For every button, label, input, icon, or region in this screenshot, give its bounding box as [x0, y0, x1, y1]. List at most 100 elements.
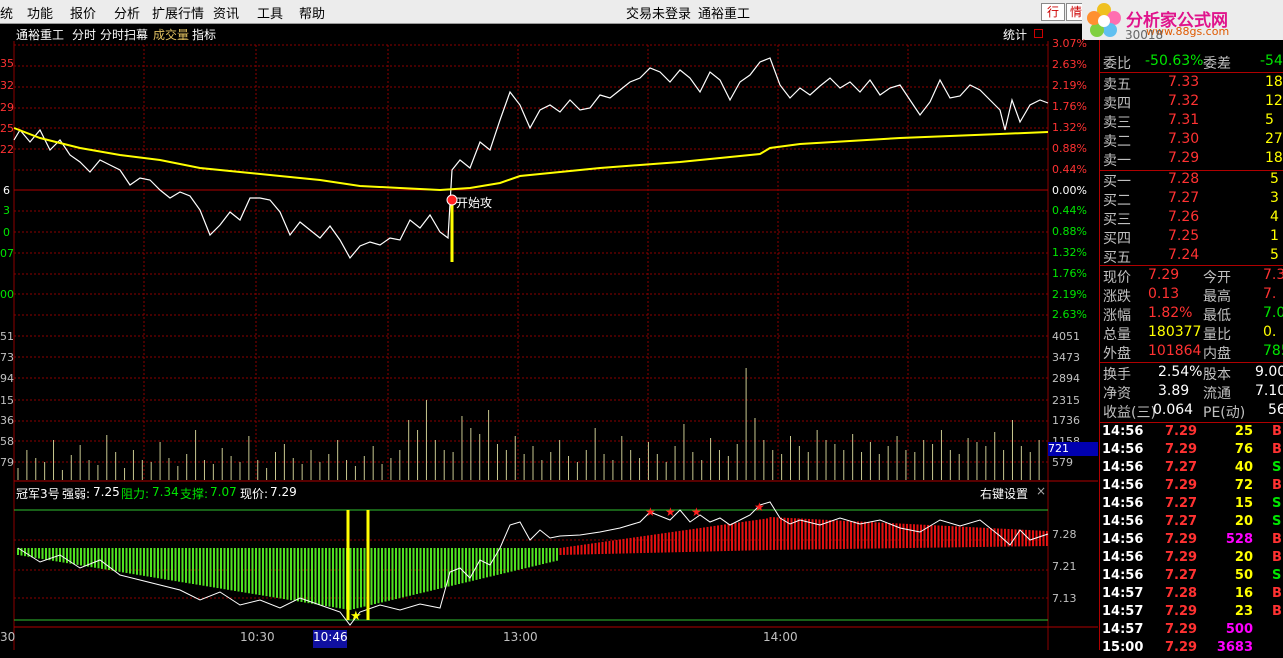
intraday-chart: ★ ★ ★ ★ ★: [13, 41, 1098, 650]
indicator-axis-label: 7.21: [1052, 560, 1077, 573]
quote-stat-value: 1.82%: [1148, 305, 1193, 321]
tick-time: 14:56: [1102, 532, 1144, 547]
quote-stat-label: 股本: [1203, 367, 1231, 383]
partial-stock-code: 30018: [1125, 28, 1164, 42]
right-percent-label: 3.07%: [1052, 37, 1087, 50]
quote-stat-label: 现价: [1103, 270, 1131, 286]
tick-time: 14:57: [1102, 604, 1144, 619]
right-percent-label: 0.00%: [1052, 184, 1087, 197]
quote-stat-label: 净资: [1103, 386, 1131, 402]
tick-side: S: [1272, 568, 1282, 583]
time-label: 14:00: [763, 630, 798, 644]
right-volume-label: 3473: [1052, 351, 1080, 364]
tick-volume: 20: [1234, 550, 1253, 565]
tick-price: 7.29: [1165, 532, 1198, 547]
price-value: 7.29: [270, 485, 297, 499]
tab-intraday-sweep[interactable]: 分时扫幕: [100, 26, 148, 43]
quote-stat-value: 7.: [1263, 286, 1277, 302]
quote-stat-row: 外盘 101864内盘 785: [1100, 343, 1283, 362]
tick-side: B: [1272, 478, 1282, 493]
tab-indicator[interactable]: 指标: [192, 26, 216, 43]
order-ratio-value: -50.63%: [1145, 53, 1204, 69]
resistance-label: 阻力:: [121, 487, 150, 501]
tick-row: 14:56 7.27 50 S: [1100, 568, 1283, 586]
strength-label: 强弱:: [62, 487, 91, 501]
quote-stat-label: 涨跌: [1103, 289, 1131, 305]
volume-bars: [17, 368, 1040, 480]
menu-analysis[interactable]: 分析: [114, 3, 140, 22]
buy-level-volume: 5: [1270, 171, 1279, 187]
menu-help[interactable]: 帮助: [299, 3, 325, 22]
quote-stat-value: 0.064: [1153, 402, 1194, 418]
tick-volume: 528: [1225, 532, 1253, 547]
left-price-label: 00: [0, 288, 14, 301]
indicator-close-icon[interactable]: ×: [1036, 484, 1046, 498]
sell-star-icon: ★: [665, 505, 676, 519]
right-percent-label: 0.88%: [1052, 142, 1087, 155]
time-label: 13:00: [503, 630, 538, 644]
panel-separator: [1100, 422, 1283, 423]
tick-row: 14:56 7.29 25 B: [1100, 424, 1283, 442]
menu-news[interactable]: 资讯: [213, 3, 239, 22]
sell-level-price: 7.30: [1168, 131, 1200, 147]
left-volume-label: 94: [0, 372, 14, 385]
left-price-label: 3: [3, 204, 10, 217]
sell-level-price: 7.31: [1168, 112, 1200, 128]
tick-volume: 50: [1234, 568, 1253, 583]
menu-tools[interactable]: 工具: [257, 3, 283, 22]
quote-stat-row: 净资 3.89 流通 7.10: [1100, 383, 1283, 402]
sell-level-label: 卖四: [1103, 96, 1131, 112]
buy-level-price: 7.25: [1168, 228, 1200, 244]
quote-stat-value: 2.54%: [1158, 364, 1203, 380]
tick-price: 7.27: [1165, 460, 1198, 475]
menu-quote[interactable]: 报价: [70, 3, 96, 22]
close-box-icon[interactable]: [1034, 29, 1043, 38]
menu-function[interactable]: 功能: [27, 3, 53, 22]
left-price-label: 6: [3, 184, 10, 197]
tick-side: S: [1272, 514, 1282, 529]
tab-intraday[interactable]: 分时: [72, 26, 96, 43]
right-percent-label: 1.76%: [1052, 267, 1087, 280]
quote-stat-value: 101864: [1148, 343, 1202, 359]
quote-stat-value: 7.10: [1255, 383, 1283, 399]
sell-level-row: 卖一 7.29 18: [1100, 150, 1283, 169]
quote-stat-row: 换手 2.54% 股本 9.00: [1100, 364, 1283, 383]
buy-level-row: 买五 7.24 5: [1100, 247, 1283, 266]
tick-volume: 72: [1234, 478, 1253, 493]
price-line: [13, 57, 1049, 260]
right-volume-label: 2894: [1052, 372, 1080, 385]
price-label: 现价:: [240, 487, 269, 501]
tick-price: 7.29: [1165, 424, 1198, 439]
stats-button[interactable]: 统计: [1003, 26, 1027, 43]
menu-system[interactable]: 统: [0, 3, 13, 22]
tick-side: S: [1272, 496, 1282, 511]
left-price-label: 32: [0, 79, 14, 92]
sell-level-volume: 12: [1265, 93, 1283, 109]
right-percent-label: 1.76%: [1052, 100, 1087, 113]
sell-level-volume: 27: [1265, 131, 1283, 147]
tick-row: 14:57 7.29 23 B: [1100, 604, 1283, 622]
tick-price: 7.27: [1165, 568, 1198, 583]
tab-quote[interactable]: 行: [1041, 3, 1065, 21]
cursor-time-label: 10:46: [313, 630, 348, 648]
quote-stat-label: 涨幅: [1103, 308, 1131, 324]
menu-extended[interactable]: 扩展行情: [152, 3, 204, 22]
tick-time: 14:57: [1102, 586, 1144, 601]
tick-row: 14:56 7.29 20 B: [1100, 550, 1283, 568]
right-percent-label: 1.32%: [1052, 246, 1087, 259]
right-click-settings[interactable]: 右键设置: [980, 485, 1028, 502]
tab-volume[interactable]: 成交量: [153, 26, 189, 43]
time-label: 30: [0, 630, 16, 644]
quote-stat-label: 总量: [1103, 327, 1131, 343]
sell-star-icon: ★: [645, 505, 656, 519]
quote-stat-row: 收益(三) 0.064 PE(动) 56: [1100, 402, 1283, 421]
left-price-label: 29: [0, 101, 14, 114]
sell-level-label: 卖一: [1103, 153, 1131, 169]
strength-value: 7.25: [93, 485, 120, 499]
tick-row: 14:56 7.29 528 B: [1100, 532, 1283, 550]
tick-volume: 20: [1234, 514, 1253, 529]
quote-stat-value: 7.3: [1263, 267, 1283, 283]
quote-stat-row: 现价 7.29 今开 7.3: [1100, 267, 1283, 286]
tick-time: 14:56: [1102, 424, 1144, 439]
right-volume-label: 4051: [1052, 330, 1080, 343]
